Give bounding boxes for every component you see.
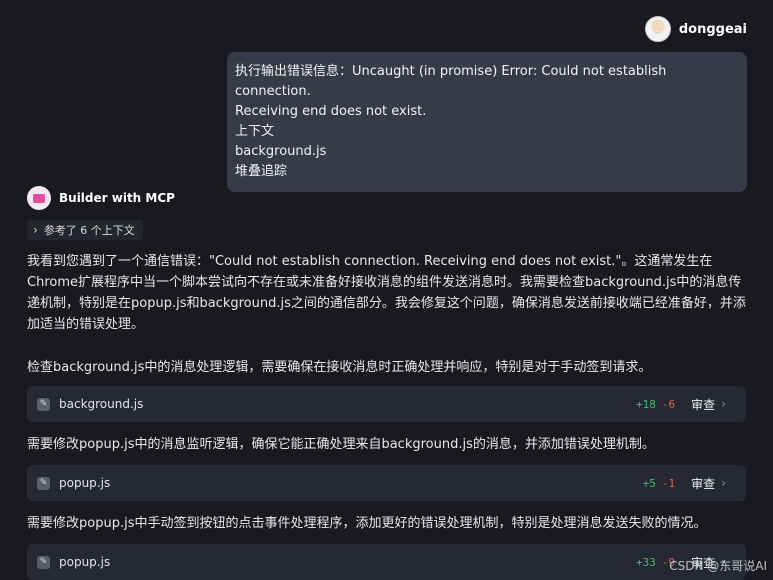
user-message-bubble: 执行输出错误信息：Uncaught (in promise) Error: Co… (227, 52, 747, 192)
assistant-avatar (27, 186, 51, 210)
file-name: background.js (59, 397, 144, 411)
chevron-right-icon: › (721, 397, 726, 411)
lines-added: +33 (636, 555, 656, 569)
user-header: ☺ donggeai (644, 16, 747, 42)
edit-file-icon: ✎ (37, 476, 50, 490)
file-name: popup.js (59, 555, 111, 569)
chevron-right-icon: › (721, 476, 726, 490)
avatar[interactable]: ☺ (644, 16, 671, 42)
step-text: 需要修改popup.js中的消息监听逻辑，确保它能正确处理来自backgroun… (27, 437, 655, 452)
chevron-right-icon: › (33, 223, 38, 237)
builder-icon (33, 193, 45, 203)
context-label: 参考了 6 个上下文 (43, 224, 135, 237)
file-change-card[interactable]: ✎ background.js +18 -6 审查 › (27, 386, 746, 422)
assistant-name: Builder with MCP (59, 191, 175, 205)
lines-removed: -1 (661, 476, 676, 490)
edit-file-icon: ✎ (37, 397, 50, 411)
review-button[interactable]: 审查 (691, 396, 715, 413)
username: donggeai (678, 21, 747, 37)
watermark: CSDN @东哥说AI (669, 559, 767, 573)
user-message-line: 执行输出错误信息：Uncaught (in promise) Error: Co… (235, 64, 671, 99)
step-text: 检查background.js中的消息处理逻辑，需要确保在接收消息时正确处理并响… (27, 360, 652, 375)
user-message-line: 上下文 (235, 124, 275, 139)
user-message-line: 堆叠追踪 (235, 164, 288, 179)
context-toggle[interactable]: › 参考了 6 个上下文 (27, 220, 143, 240)
file-change-card[interactable]: ✎ popup.js +33 -9 审查 › (27, 544, 746, 580)
edit-file-icon: ✎ (37, 555, 50, 569)
file-change-card[interactable]: ✎ popup.js +5 -1 审查 › (27, 465, 746, 501)
lines-removed: -6 (661, 397, 676, 411)
step-text: 需要修改popup.js中手动签到按钮的点击事件处理程序，添加更好的错误处理机制… (27, 516, 707, 531)
file-name: popup.js (59, 476, 111, 490)
user-message-line: Receiving end does not exist. (235, 104, 427, 119)
lines-added: +5 (642, 476, 656, 490)
assistant-intro: 我看到您遇到了一个通信错误："Could not establish conne… (27, 254, 746, 332)
review-button[interactable]: 审查 (691, 475, 715, 492)
lines-added: +18 (636, 397, 656, 411)
user-message-line: background.js (235, 144, 327, 159)
assistant-header: Builder with MCP (27, 186, 175, 210)
